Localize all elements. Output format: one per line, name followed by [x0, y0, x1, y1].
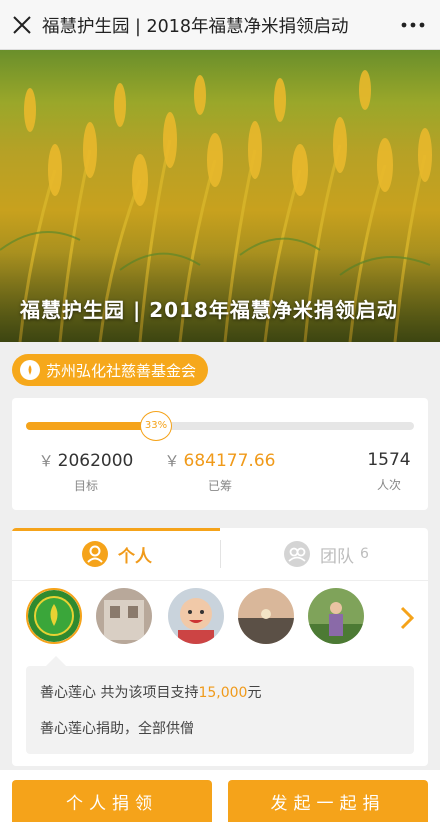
foundation-badge-icon: [20, 360, 40, 380]
support-unit: 元: [247, 685, 262, 701]
donors-card: 个人 团队 6 善心莲心 共为该项目支持15,000元 善心莲心捐助，全部供僧: [12, 528, 428, 766]
tab-team-label: 团队: [320, 546, 354, 567]
team-icon: [284, 541, 310, 567]
donor-avatars: [26, 588, 426, 644]
avatar-baby[interactable]: [168, 588, 224, 644]
support-amount: 15,000: [198, 685, 248, 701]
hero-caption: 福慧护生园 | 2018年福慧净米捐领启动: [20, 298, 398, 322]
tab-personal-label: 个人: [118, 546, 152, 567]
progress-bar: 33%: [26, 411, 414, 441]
currency-symbol: ￥: [164, 452, 180, 470]
tab-underline: [12, 580, 428, 581]
support-prefix: 善心莲心 共为该项目支持: [40, 685, 199, 701]
target-value: 2062000: [57, 451, 134, 471]
progress-card: 33% ￥ 2062000 目标 ￥ 684177.66 已筹 1574 人次: [12, 398, 428, 510]
progress-fill: [26, 422, 155, 430]
personal-donate-button[interactable]: 个人捐领: [12, 780, 212, 822]
count-stat: 1574 人次: [346, 450, 432, 493]
launch-group-donate-button[interactable]: 发起一起捐: [228, 780, 428, 822]
avatar-woman[interactable]: [308, 588, 364, 644]
title-bar: 福慧护生园 | 2018年福慧净米捐领启动: [0, 0, 440, 50]
chevron-right-icon[interactable]: [400, 606, 414, 630]
foundation-name: 苏州弘化社慈善基金会: [46, 361, 197, 380]
target-stat: ￥ 2062000 目标: [26, 450, 146, 494]
raised-value: 684177.66: [183, 451, 276, 471]
raised-label: 已筹: [207, 479, 232, 493]
tab-personal[interactable]: 个人: [82, 538, 152, 570]
action-bar: 个人捐领 发起一起捐: [0, 770, 440, 822]
count-label: 人次: [376, 478, 401, 492]
page-title: 福慧护生园 | 2018年福慧净米捐领启动: [42, 17, 349, 37]
active-tab-indicator: [12, 528, 220, 531]
support-line: 善心莲心 共为该项目支持15,000元: [40, 682, 261, 702]
raised-stat: ￥ 684177.66 已筹: [160, 450, 280, 494]
currency-symbol: ￥: [38, 452, 54, 470]
foundation-tag[interactable]: 苏州弘化社慈善基金会: [12, 354, 209, 386]
person-icon: [82, 541, 108, 567]
avatar-foundation[interactable]: [26, 588, 82, 644]
more-icon[interactable]: [400, 14, 426, 36]
hero-banner: 福慧护生园 | 2018年福慧净米捐领启动: [0, 50, 440, 342]
donor-note: 善心莲心捐助，全部供僧: [40, 721, 194, 737]
bubble-pointer: [46, 656, 66, 666]
avatar-sunset[interactable]: [238, 588, 294, 644]
team-count: 6: [360, 546, 369, 562]
tab-team[interactable]: 团队 6: [284, 538, 369, 570]
target-label: 目标: [73, 479, 98, 493]
tab-divider: [220, 540, 221, 568]
avatar-building[interactable]: [96, 588, 152, 644]
close-icon[interactable]: [10, 13, 34, 37]
count-value: 1574: [367, 450, 411, 470]
progress-percent: 33%: [140, 411, 173, 441]
donor-message: 善心莲心 共为该项目支持15,000元 善心莲心捐助，全部供僧: [26, 656, 414, 754]
